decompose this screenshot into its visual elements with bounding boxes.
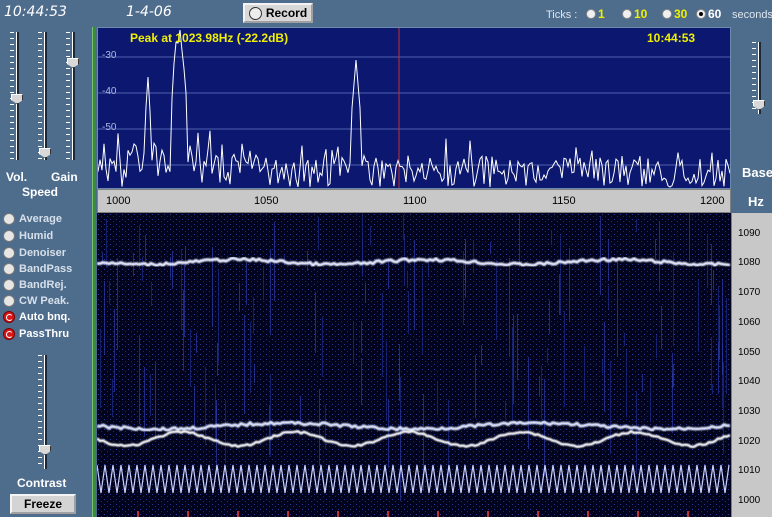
volume-slider[interactable] xyxy=(10,32,24,160)
x-tick-label: 1200 xyxy=(700,195,725,207)
hz-axis: 1090 1080 1070 1060 1050 1040 1030 1020 … xyxy=(731,213,772,517)
y-tick-label: 1010 xyxy=(738,465,761,476)
y-tick-label: 1080 xyxy=(738,257,761,268)
record-label: Record xyxy=(265,6,308,20)
y-tick-label: 1040 xyxy=(738,376,761,387)
option-bandrej[interactable]: BandRej. xyxy=(3,279,67,291)
hz-label: Hz xyxy=(748,194,764,209)
gain-slider[interactable] xyxy=(66,32,80,160)
y-tick-label: 1020 xyxy=(738,436,761,447)
y-tick-label: 1070 xyxy=(738,287,761,298)
gain-label: Gain xyxy=(51,170,78,184)
y-tick-label: 1060 xyxy=(738,317,761,328)
y-tick-label: 1090 xyxy=(738,228,761,239)
frequency-axis: 1000 1050 1100 1150 1200 xyxy=(97,189,731,213)
radio-icon xyxy=(3,247,15,259)
speed-label: Speed xyxy=(22,185,59,199)
freeze-button[interactable]: Freeze xyxy=(10,494,76,514)
record-icon xyxy=(248,6,262,20)
spectrum-display[interactable]: Peak at 1023.98Hz (-22.2dB) 10:44:53 -30… xyxy=(97,27,731,189)
tick-option-1[interactable]: 1 xyxy=(586,7,605,21)
contrast-label: Contrast xyxy=(17,476,67,490)
y-tick-label: 1000 xyxy=(738,495,761,506)
peak-readout: Peak at 1023.98Hz (-22.2dB) xyxy=(130,31,289,45)
tick-option-60[interactable]: 60 xyxy=(696,7,721,21)
radio-icon xyxy=(586,9,596,19)
option-auto-bnq[interactable]: Auto bnq. xyxy=(3,311,70,323)
tick-option-10[interactable]: 10 xyxy=(622,7,647,21)
tick-option-30[interactable]: 30 xyxy=(662,7,687,21)
spectrum-plot xyxy=(98,28,730,188)
option-humid[interactable]: Humid xyxy=(3,230,53,242)
spectrum-trace xyxy=(98,29,730,188)
speed-slider[interactable] xyxy=(38,32,52,160)
date-display: 1-4-06 xyxy=(126,4,172,20)
radio-icon xyxy=(3,279,15,291)
x-tick-label: 1050 xyxy=(254,195,279,207)
top-bar xyxy=(0,0,772,27)
base-label: Base xyxy=(742,165,772,180)
db-label: -40 xyxy=(102,86,117,97)
x-tick-label: 1100 xyxy=(403,195,427,207)
radio-selected-icon xyxy=(696,9,706,19)
radio-icon xyxy=(662,9,672,19)
spectrum-grid xyxy=(98,56,730,166)
seconds-label: seconds xyxy=(732,9,772,21)
y-tick-label: 1030 xyxy=(738,406,761,417)
ticks-label: Ticks : xyxy=(546,9,578,21)
contrast-slider[interactable] xyxy=(38,355,52,469)
waterfall-display[interactable] xyxy=(97,213,731,517)
base-slider[interactable] xyxy=(752,42,766,114)
db-label: -30 xyxy=(102,50,117,61)
y-tick-label: 1050 xyxy=(738,347,761,358)
option-passthru[interactable]: PassThru xyxy=(3,328,69,340)
spectrum-clock: 10:44:53 xyxy=(647,31,696,45)
option-denoiser[interactable]: Denoiser xyxy=(3,247,66,259)
x-tick-label: 1000 xyxy=(106,195,131,207)
clock-display: 10:44:53 xyxy=(4,4,67,20)
option-bandpass[interactable]: BandPass xyxy=(3,263,72,275)
radio-icon xyxy=(622,9,632,19)
toggle-on-icon xyxy=(3,311,15,323)
option-cw-peak[interactable]: CW Peak. xyxy=(3,295,69,307)
x-tick-label: 1150 xyxy=(552,195,576,207)
waterfall-plot xyxy=(97,213,731,517)
panel-divider xyxy=(92,27,96,517)
radio-icon xyxy=(3,295,15,307)
toggle-on-icon xyxy=(3,328,15,340)
record-button[interactable]: Record xyxy=(243,3,313,23)
radio-icon xyxy=(3,213,15,225)
volume-label: Vol. xyxy=(6,170,28,184)
radio-icon xyxy=(3,263,15,275)
db-label: -50 xyxy=(102,122,117,133)
option-average[interactable]: Average xyxy=(3,213,62,225)
radio-icon xyxy=(3,230,15,242)
